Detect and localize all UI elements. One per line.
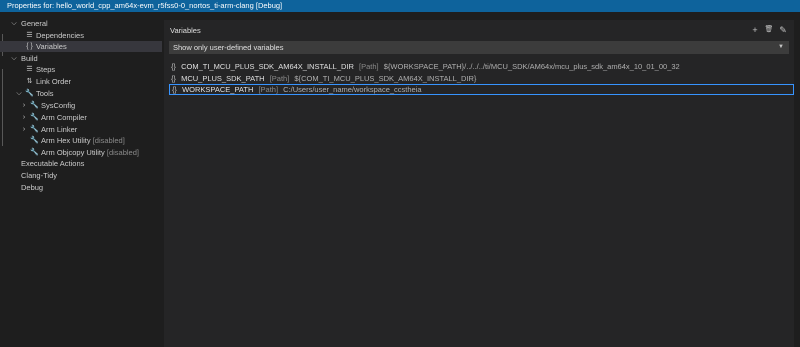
tree-item-link-order[interactable]: ⇅ Link Order bbox=[0, 76, 162, 87]
variable-icon: { } bbox=[26, 43, 33, 50]
properties-tree: ⌵ General ☰ Dependencies { } Variables ⌵… bbox=[0, 12, 162, 347]
variable-filter-select[interactable]: Show only user-defined variables ▼ bbox=[169, 41, 789, 54]
variable-value: C:/Users/user_name/workspace_ccstheia bbox=[283, 85, 422, 94]
list-icon: ☰ bbox=[26, 32, 33, 39]
variable-icon: {} bbox=[172, 87, 177, 94]
wrench-icon: 🔧 bbox=[30, 137, 39, 144]
tree-item-tools[interactable]: ⌵ 🔧 Tools bbox=[0, 88, 162, 99]
tree-item-debug[interactable]: Debug bbox=[0, 182, 162, 193]
variable-type: [Path] bbox=[258, 85, 279, 94]
variable-row[interactable]: {} MCU_PLUS_SDK_PATH [Path] ${COM_TI_MCU… bbox=[169, 73, 794, 84]
chevron-right-icon[interactable]: › bbox=[20, 100, 28, 111]
variable-name: COM_TI_MCU_PLUS_SDK_AM64X_INSTALL_DIR bbox=[181, 62, 354, 71]
panel-title: Variables bbox=[170, 26, 201, 35]
chevron-down-icon: ▼ bbox=[778, 44, 784, 50]
disabled-note: [disabled] bbox=[106, 148, 139, 157]
chevron-down-icon[interactable]: ⌵ bbox=[10, 53, 18, 64]
wrench-icon: 🔧 bbox=[30, 102, 39, 109]
tree-item-clang-tidy[interactable]: Clang-Tidy bbox=[0, 170, 162, 181]
variable-value: ${COM_TI_MCU_PLUS_SDK_AM64X_INSTALL_DIR} bbox=[294, 74, 477, 83]
tree-item-sysconfig[interactable]: › 🔧 SysConfig bbox=[0, 100, 162, 111]
filter-selected-value: Show only user-defined variables bbox=[173, 43, 284, 52]
tree-item-build[interactable]: ⌵ Build bbox=[0, 53, 162, 64]
variables-page: Variables + 🗑 ✎ Show only user-defined v… bbox=[162, 12, 800, 347]
tree-item-arm-linker[interactable]: › 🔧 Arm Linker bbox=[0, 124, 162, 135]
tree-item-variables[interactable]: { } Variables bbox=[0, 41, 162, 52]
add-icon[interactable]: + bbox=[750, 24, 760, 36]
variables-panel: Variables + 🗑 ✎ Show only user-defined v… bbox=[164, 20, 794, 347]
variable-icon: {} bbox=[171, 64, 176, 71]
variable-type: [Path] bbox=[359, 62, 379, 71]
tree-item-executable-actions[interactable]: Executable Actions bbox=[0, 158, 162, 169]
wrench-icon: 🔧 bbox=[30, 149, 39, 156]
tree-item-arm-hex-utility[interactable]: 🔧 Arm Hex Utility [disabled] bbox=[0, 135, 162, 146]
variable-name: MCU_PLUS_SDK_PATH bbox=[181, 74, 265, 83]
window-title: Properties for: hello_world_cpp_am64x-ev… bbox=[7, 1, 283, 10]
list-icon: ☰ bbox=[26, 66, 33, 73]
panel-actions: + 🗑 ✎ bbox=[750, 24, 788, 36]
chevron-right-icon[interactable]: › bbox=[20, 112, 28, 123]
tree-item-arm-objcopy-utility[interactable]: 🔧 Arm Objcopy Utility [disabled] bbox=[0, 147, 162, 158]
variable-value: ${WORKSPACE_PATH}/../../../ti/MCU_SDK/AM… bbox=[383, 62, 680, 71]
edit-icon[interactable]: ✎ bbox=[778, 24, 788, 36]
disabled-note: [disabled] bbox=[92, 136, 125, 145]
tree-item-steps[interactable]: ☰ Steps bbox=[0, 64, 162, 75]
sort-icon: ⇅ bbox=[26, 78, 33, 85]
variable-name: WORKSPACE_PATH bbox=[182, 85, 254, 94]
chevron-right-icon[interactable]: › bbox=[20, 124, 28, 135]
variable-type: [Path] bbox=[269, 74, 290, 83]
window-title-bar: Properties for: hello_world_cpp_am64x-ev… bbox=[0, 0, 800, 12]
tree-item-dependencies[interactable]: ☰ Dependencies bbox=[0, 30, 162, 41]
tree-item-general[interactable]: ⌵ General bbox=[0, 18, 162, 29]
wrench-icon: 🔧 bbox=[30, 114, 39, 121]
chevron-down-icon[interactable]: ⌵ bbox=[15, 88, 23, 99]
variable-row[interactable]: {} COM_TI_MCU_PLUS_SDK_AM64X_INSTALL_DIR… bbox=[169, 61, 794, 72]
wrench-icon: 🔧 bbox=[30, 126, 39, 133]
chevron-down-icon[interactable]: ⌵ bbox=[10, 18, 18, 29]
delete-icon[interactable]: 🗑 bbox=[764, 24, 774, 36]
variable-icon: {} bbox=[171, 76, 176, 83]
variable-row[interactable]: {} WORKSPACE_PATH [Path] C:/Users/user_n… bbox=[169, 84, 794, 95]
wrench-icon: 🔧 bbox=[25, 90, 34, 97]
tree-item-arm-compiler[interactable]: › 🔧 Arm Compiler bbox=[0, 112, 162, 123]
